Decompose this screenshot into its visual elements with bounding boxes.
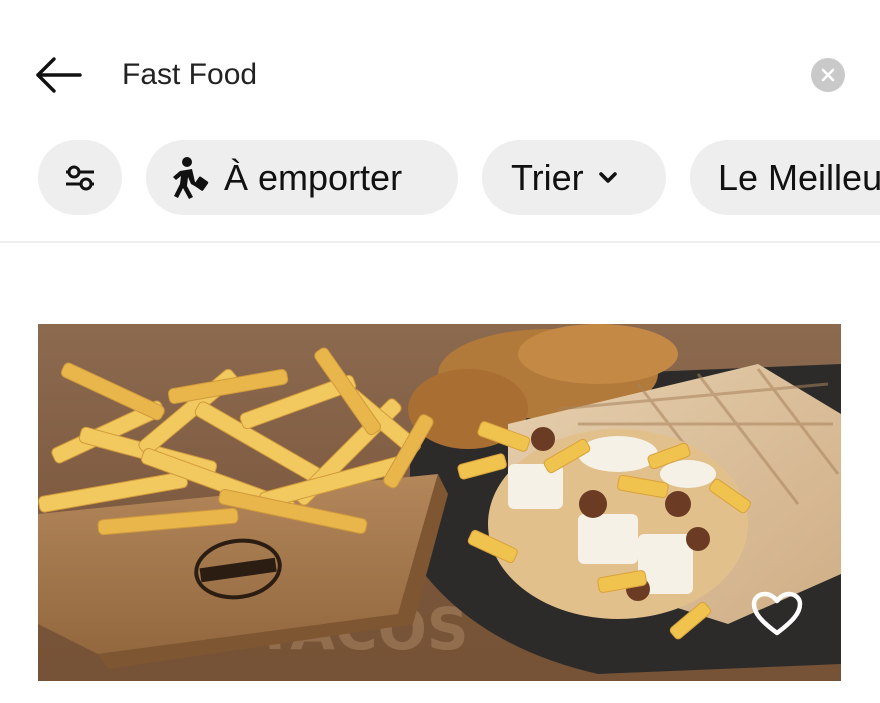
search-header	[0, 40, 880, 110]
clear-x-icon	[821, 68, 835, 82]
search-results-screen: À emporter Trier Le Meilleu	[0, 0, 880, 703]
sort-chip[interactable]: Trier	[482, 140, 666, 215]
sort-chip-label: Trier	[511, 156, 584, 198]
food-photo: O'TACOS	[38, 324, 841, 681]
favorite-button[interactable]	[746, 586, 808, 642]
header-divider	[0, 241, 880, 243]
best-rated-chip[interactable]: Le Meilleu	[690, 140, 880, 215]
heart-outline-icon	[751, 591, 803, 636]
takeaway-chip-label: À emporter	[224, 156, 403, 198]
sliders-icon	[66, 165, 94, 190]
restaurant-card-image[interactable]: O'TACOS	[38, 324, 841, 681]
back-button[interactable]	[28, 52, 88, 98]
walking-person-icon	[173, 156, 209, 199]
chevron-down-icon	[598, 171, 617, 183]
search-input[interactable]	[122, 52, 782, 98]
best-rated-chip-label: Le Meilleu	[718, 156, 880, 198]
filter-settings-chip[interactable]	[38, 140, 122, 215]
filter-chips-row: À emporter Trier Le Meilleu	[0, 140, 880, 215]
clear-search-button[interactable]	[811, 58, 845, 92]
arrow-left-icon	[36, 57, 82, 93]
takeaway-chip[interactable]: À emporter	[146, 140, 458, 215]
